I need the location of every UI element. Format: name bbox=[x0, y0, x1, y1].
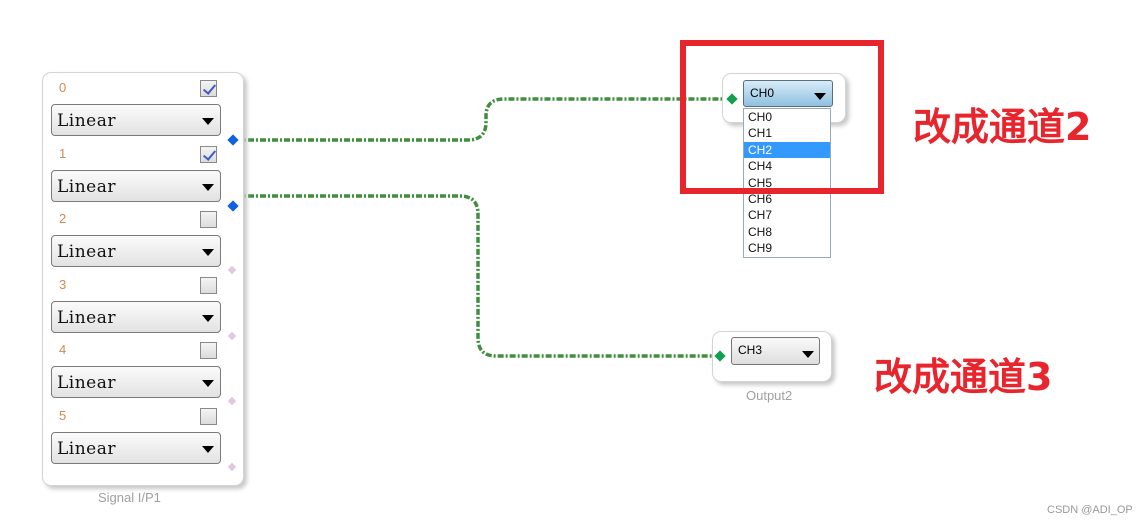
annotation-note1: 改成通道2 bbox=[913, 105, 1092, 149]
channel-enable-checkbox[interactable] bbox=[200, 276, 217, 294]
channel-enable-checkbox[interactable] bbox=[200, 408, 217, 425]
channel-enable-checkbox[interactable] bbox=[200, 342, 217, 360]
wire-ch0-output1[interactable] bbox=[236, 97, 730, 142]
chevron-down-icon bbox=[202, 380, 214, 388]
channel-label: 4 bbox=[59, 342, 67, 358]
channel-label: 0 bbox=[59, 80, 67, 95]
channel-mode-select[interactable]: Linear bbox=[51, 169, 221, 202]
channel-mode-select[interactable]: Linear bbox=[51, 366, 221, 399]
dropdown-option[interactable]: CH8 bbox=[744, 224, 830, 240]
chevron-down-icon bbox=[202, 118, 214, 125]
channel-label: 3 bbox=[59, 276, 67, 292]
wire-ch1-output2[interactable] bbox=[236, 194, 718, 358]
channel-mode-select[interactable]: Linear bbox=[51, 432, 221, 464]
channel-label: 5 bbox=[59, 408, 67, 423]
channel-mode-select[interactable]: Linear bbox=[51, 300, 221, 333]
channel-mode-select[interactable]: Linear bbox=[51, 235, 221, 268]
signal-input-block[interactable]: 0 Linear 1 Linear 2 Linear 3 Linear 4 Li… bbox=[42, 72, 244, 486]
signal-block-caption: Signal I/P1 bbox=[98, 490, 161, 505]
dropdown-option[interactable]: CH7 bbox=[744, 207, 830, 223]
output2-caption: Output2 bbox=[746, 388, 793, 403]
highlight-box bbox=[680, 40, 884, 194]
chevron-down-icon bbox=[802, 351, 814, 358]
chevron-down-icon bbox=[202, 446, 214, 453]
chevron-down-icon bbox=[202, 183, 214, 191]
channel-enable-checkbox[interactable] bbox=[200, 80, 217, 97]
channel-enable-checkbox[interactable] bbox=[200, 145, 217, 163]
channel-label: 1 bbox=[59, 145, 67, 161]
channel-label: 2 bbox=[59, 211, 67, 227]
channel-mode-select[interactable]: Linear bbox=[51, 104, 221, 136]
dropdown-option[interactable]: CH9 bbox=[744, 240, 830, 256]
output2-channel-select[interactable]: CH3 bbox=[731, 337, 820, 365]
chevron-down-icon bbox=[202, 249, 214, 257]
channel-enable-checkbox[interactable] bbox=[200, 211, 217, 229]
chevron-down-icon bbox=[202, 314, 214, 322]
annotation-note2: 改成通道3 bbox=[874, 355, 1053, 399]
watermark: CSDN @ADI_OP bbox=[1047, 504, 1133, 516]
